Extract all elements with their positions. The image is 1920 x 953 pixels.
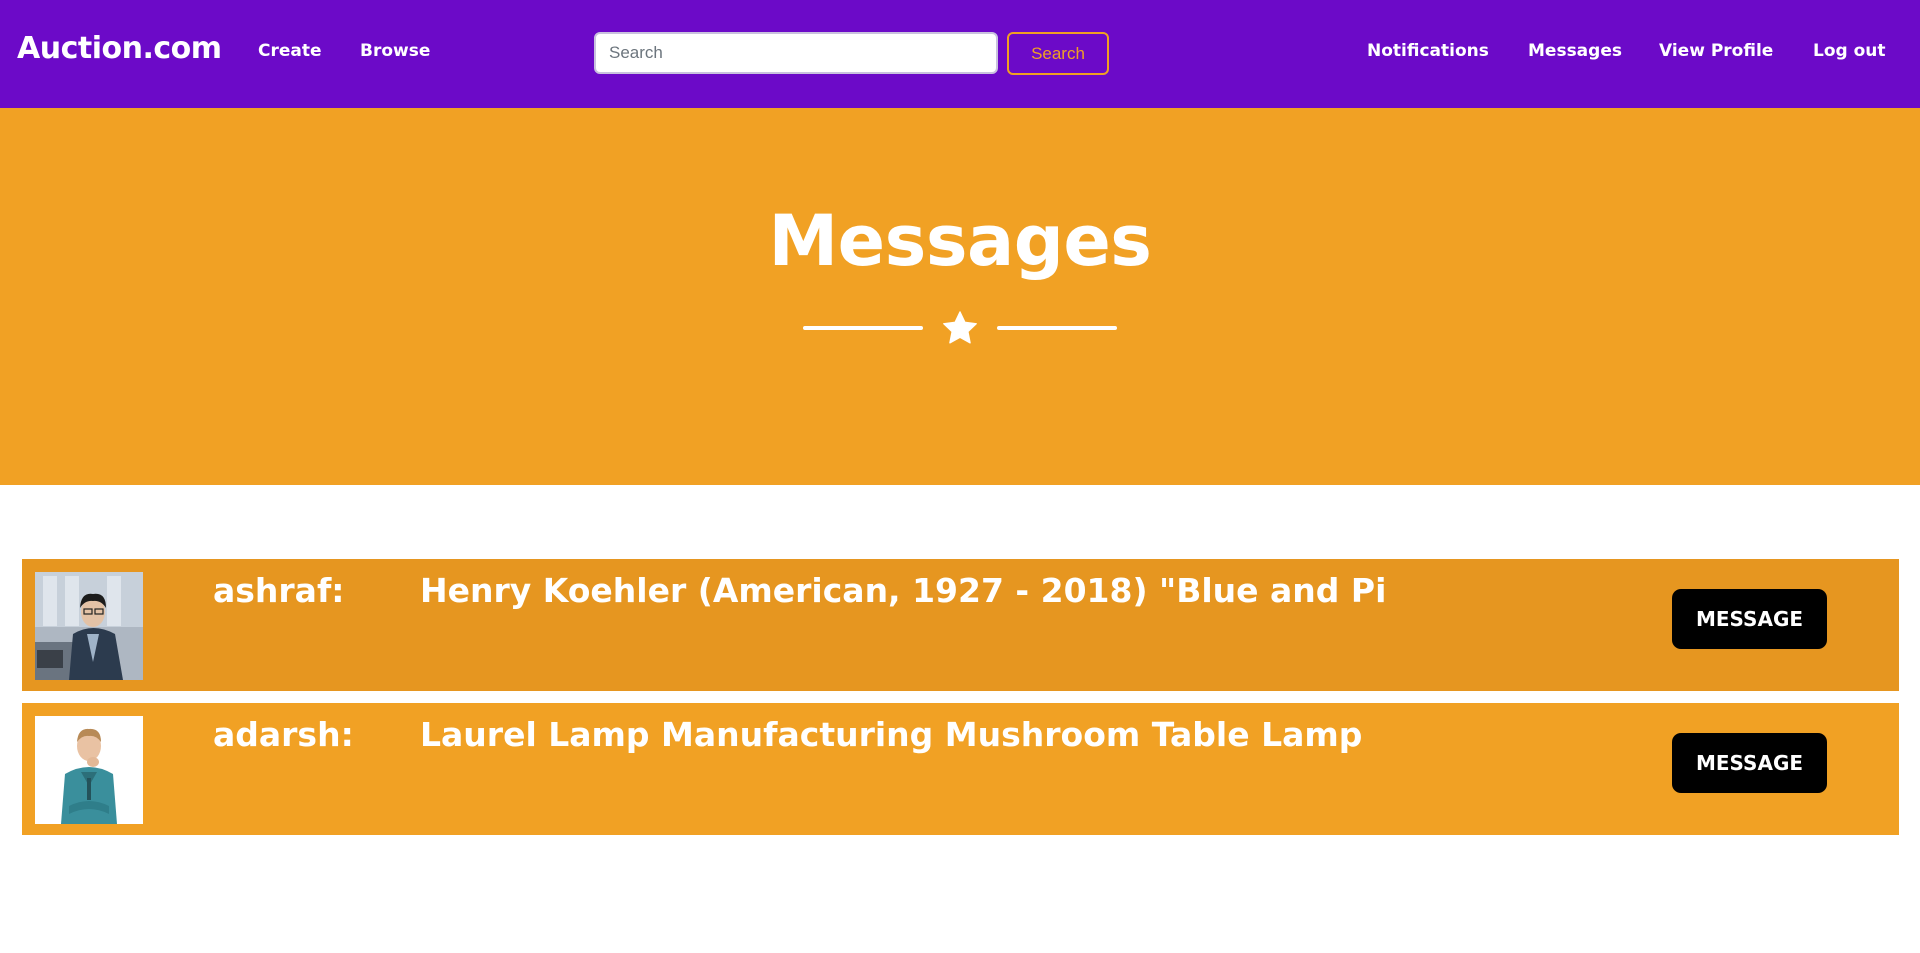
avatar xyxy=(35,572,143,680)
nav-create-link[interactable]: Create xyxy=(258,41,322,61)
message-row[interactable]: ashraf: Henry Koehler (American, 1927 - … xyxy=(22,559,1899,691)
divider-line-right xyxy=(997,326,1117,330)
man-in-teal-shirt-photo xyxy=(35,716,143,824)
message-username: adarsh: xyxy=(213,715,354,754)
message-row[interactable]: adarsh: Laurel Lamp Manufacturing Mushro… xyxy=(22,703,1899,835)
hero-banner: Messages xyxy=(0,108,1920,485)
nav-browse-link[interactable]: Browse xyxy=(360,41,430,61)
message-button[interactable]: MESSAGE xyxy=(1672,589,1827,649)
divider-line-left xyxy=(803,326,923,330)
search-button[interactable]: Search xyxy=(1007,32,1109,75)
message-username: ashraf: xyxy=(213,571,345,610)
nav-messages-link[interactable]: Messages xyxy=(1528,41,1622,61)
nav-logout-link[interactable]: Log out xyxy=(1813,41,1886,61)
search-input[interactable] xyxy=(594,32,998,74)
nav-notifications-link[interactable]: Notifications xyxy=(1367,41,1489,61)
avatar xyxy=(35,716,143,824)
message-button[interactable]: MESSAGE xyxy=(1672,733,1827,793)
page-title: Messages xyxy=(768,200,1152,282)
star-icon xyxy=(943,311,977,344)
nav-view-profile-link[interactable]: View Profile xyxy=(1659,41,1773,61)
person-at-desk-photo xyxy=(35,572,143,680)
navbar: Auction.com Create Browse Search Notific… xyxy=(0,0,1920,108)
message-item-title: Henry Koehler (American, 1927 - 2018) "B… xyxy=(420,571,1387,610)
message-item-title: Laurel Lamp Manufacturing Mushroom Table… xyxy=(420,715,1363,754)
brand-logo[interactable]: Auction.com xyxy=(17,31,222,66)
